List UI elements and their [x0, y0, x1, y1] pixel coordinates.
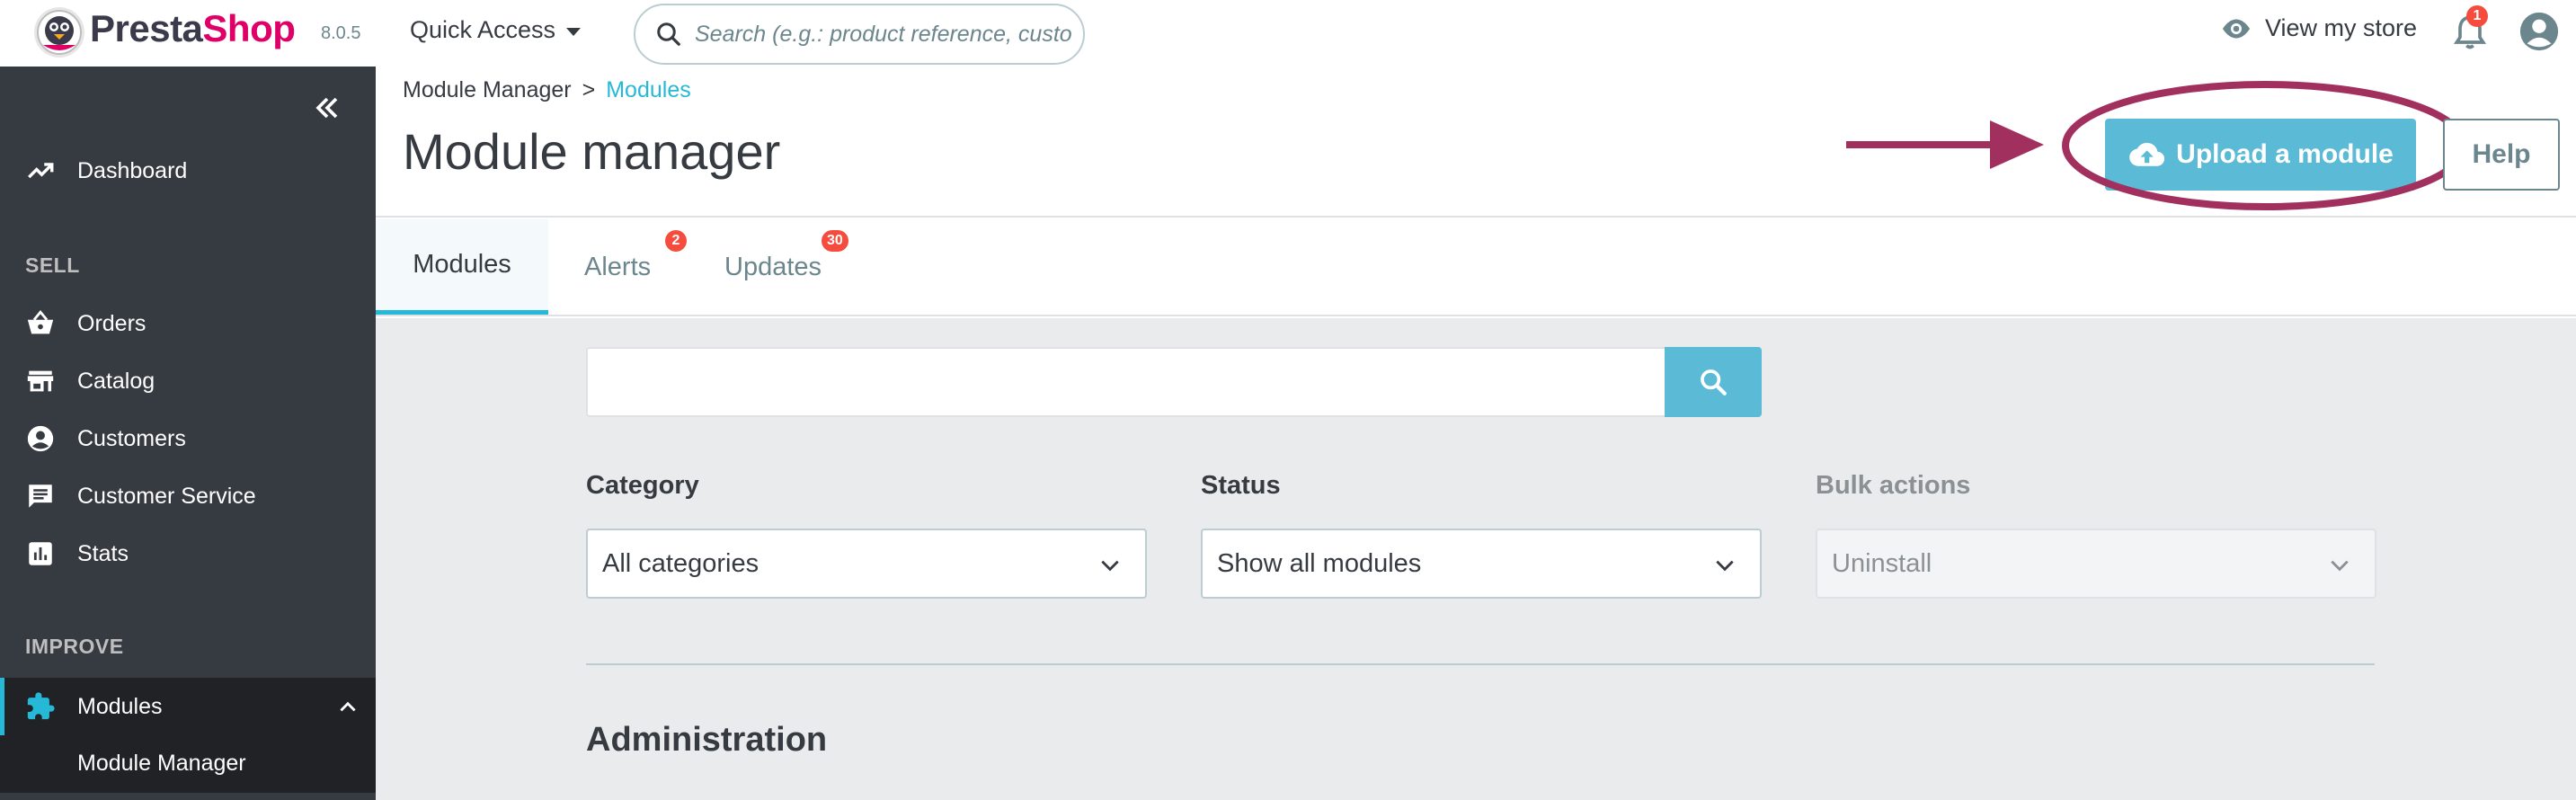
category-section-heading: Administration [586, 721, 828, 759]
category-select[interactable]: All categories [586, 529, 1147, 599]
sidebar-item-dashboard[interactable]: Dashboard [0, 142, 376, 200]
chevron-down-icon [1716, 560, 1734, 572]
breadcrumb-parent[interactable]: Module Manager [403, 77, 572, 103]
sidebar-section-improve: IMPROVE [25, 635, 124, 658]
sidebar: Dashboard SELL Orders Catalog Customers [0, 67, 376, 800]
bulk-actions-label: Bulk actions [1816, 471, 1971, 500]
trending-up-icon [28, 163, 54, 179]
status-label: Status [1201, 471, 1281, 500]
sidebar-item-label: Customer Service [77, 483, 256, 509]
module-search-field[interactable] [586, 347, 1665, 417]
quick-access-dropdown[interactable]: Quick Access [410, 16, 582, 44]
page-header: Module Manager > Modules Module manager … [376, 67, 2576, 218]
sidebar-item-label: Dashboard [77, 157, 188, 183]
sidebar-item-label: Stats [77, 540, 129, 566]
sidebar-item-label: Customers [77, 425, 186, 451]
updates-badge: 30 [822, 230, 848, 252]
quick-access-label: Quick Access [410, 16, 556, 43]
sidebar-item-customer-service[interactable]: Customer Service [0, 467, 376, 525]
module-search-button[interactable] [1665, 347, 1762, 417]
account-icon[interactable] [2518, 11, 2560, 52]
tab-bar: Modules Alerts 2 Updates 30 [376, 219, 2576, 316]
category-select-value: All categories [602, 548, 759, 578]
caret-down-icon [566, 28, 582, 36]
status-select-value: Show all modules [1217, 548, 1422, 578]
category-label: Category [586, 471, 699, 500]
sidebar-section-sell: SELL [25, 253, 80, 277]
collapse-sidebar-icon[interactable] [309, 90, 345, 126]
chevron-up-icon [340, 701, 356, 712]
sidebar-item-catalog[interactable]: Catalog [0, 352, 376, 410]
tab-label: Alerts [584, 252, 652, 281]
search-icon [657, 22, 680, 46]
brand-shop: Shop [202, 7, 296, 49]
view-store-link[interactable]: View my store [2220, 14, 2417, 42]
sidebar-item-customers[interactable]: Customers [0, 410, 376, 467]
store-icon [27, 370, 54, 392]
account-circle-icon [27, 425, 54, 452]
main-content: Category Status Bulk actions All categor… [376, 318, 2576, 800]
basket-icon [27, 310, 54, 334]
bulk-actions-select-value: Uninstall [1832, 548, 1932, 578]
global-search-input[interactable] [695, 21, 1072, 48]
tab-label: Updates [724, 252, 822, 281]
tab-updates[interactable]: Updates 30 [724, 219, 868, 315]
sidebar-item-label: Modules [77, 693, 163, 719]
sidebar-item-modules[interactable]: Modules [0, 678, 376, 735]
alerts-badge: 2 [665, 230, 687, 252]
brand-name[interactable]: PrestaShop [90, 7, 296, 50]
bar-chart-icon [29, 542, 52, 565]
annotation-highlight-oval [2062, 81, 2468, 210]
annotation-arrow-icon [1846, 120, 2044, 169]
chat-icon [29, 484, 52, 508]
breadcrumb-separator: > [582, 77, 596, 102]
bulk-actions-select: Uninstall [1816, 529, 2376, 599]
breadcrumb: Module Manager > Modules [403, 77, 691, 103]
tab-modules[interactable]: Modules [376, 219, 548, 315]
sidebar-subitem-module-manager[interactable]: Module Manager [0, 735, 376, 793]
page-title: Module manager [403, 123, 781, 180]
status-select[interactable]: Show all modules [1201, 529, 1762, 599]
tab-label: Modules [413, 250, 511, 279]
module-search-input[interactable] [588, 349, 1665, 415]
sidebar-item-label: Catalog [77, 368, 155, 394]
sidebar-item-label: Orders [77, 310, 147, 336]
brand-presta: Presta [90, 7, 203, 49]
chevron-down-icon [1101, 560, 1119, 572]
global-search[interactable] [634, 4, 1085, 65]
sidebar-item-stats[interactable]: Stats [0, 525, 376, 582]
view-store-label: View my store [2265, 14, 2418, 41]
search-icon [1701, 369, 1727, 396]
top-bar: PrestaShop 8.0.5 Quick Access View my st… [0, 0, 2576, 67]
help-button[interactable]: Help [2443, 119, 2560, 191]
puzzle-icon [27, 692, 55, 720]
tab-alerts[interactable]: Alerts 2 [584, 219, 687, 315]
prestashop-logo-icon[interactable] [32, 5, 86, 59]
breadcrumb-current[interactable]: Modules [606, 77, 691, 103]
section-divider [586, 663, 2375, 665]
notification-badge: 1 [2466, 5, 2488, 27]
eye-icon [2223, 19, 2250, 38]
version-label: 8.0.5 [321, 23, 361, 43]
sidebar-subitem-label: Module Manager [77, 751, 246, 776]
sidebar-item-orders[interactable]: Orders [0, 295, 376, 352]
chevron-down-icon [2331, 560, 2349, 572]
